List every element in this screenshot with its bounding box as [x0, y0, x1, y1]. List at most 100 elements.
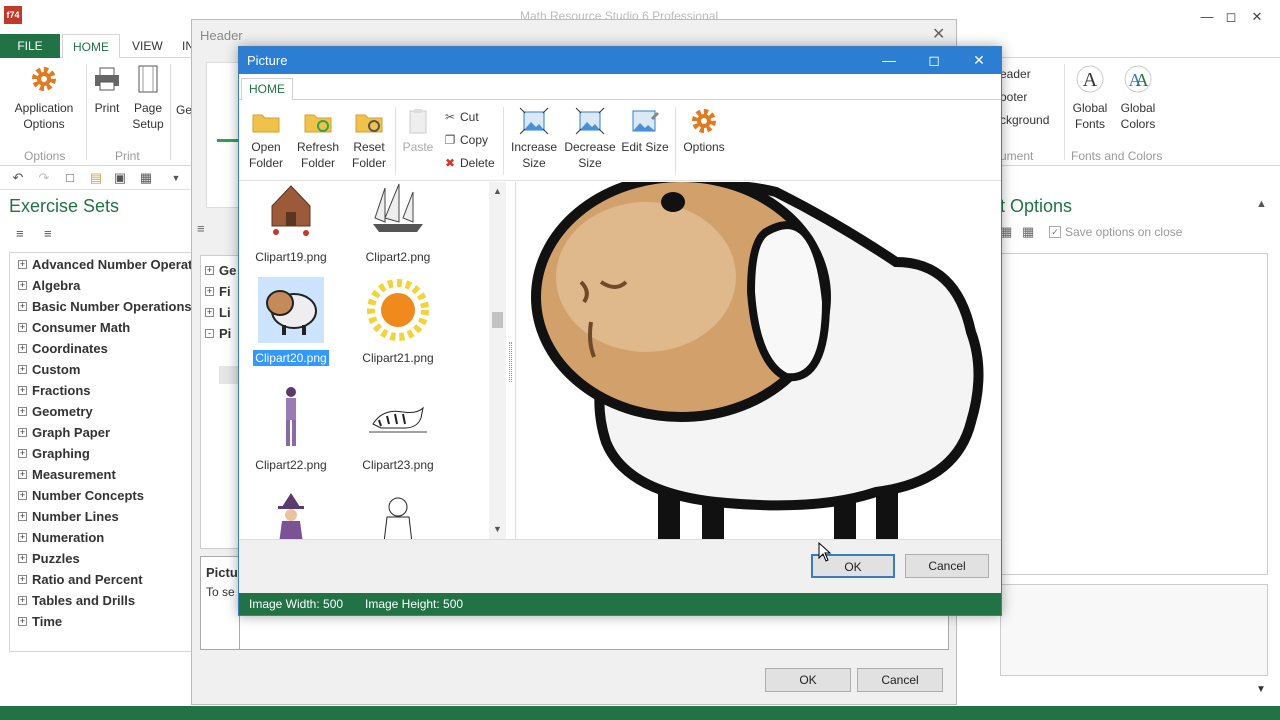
save-options-checkbox[interactable]: ✓ [1049, 226, 1061, 238]
exercise-tree-item[interactable]: + Consumer Math [18, 317, 130, 338]
expand-plus-icon[interactable]: + [205, 287, 214, 297]
header-ok-button[interactable]: OK [765, 668, 851, 692]
tab-view[interactable]: VIEW [122, 34, 173, 58]
expand-plus-icon[interactable]: + [18, 449, 27, 459]
expand-plus-icon[interactable]: + [18, 428, 27, 438]
expand-plus-icon[interactable]: + [18, 344, 27, 354]
exercise-tree-item[interactable]: + Graphing [18, 443, 90, 464]
header-tree-item[interactable]: + Ge [205, 260, 236, 281]
print-button[interactable]: Print [88, 64, 126, 116]
header-tree-item[interactable]: - Pi [205, 323, 231, 344]
header-close-icon[interactable]: ✕ [932, 24, 945, 44]
picture-tab-home[interactable]: HOME [241, 78, 293, 100]
delete-button[interactable]: ✖ Delete [443, 153, 495, 173]
exercise-tree-item[interactable]: + Tables and Drills [18, 590, 135, 611]
header-cancel-button[interactable]: Cancel [857, 668, 943, 692]
expand-plus-icon[interactable]: + [18, 575, 27, 585]
file-list-scrollbar[interactable]: ▲ ▼ [489, 182, 506, 539]
tab-home[interactable]: HOME [62, 34, 120, 58]
scroll-up-icon[interactable]: ▲ [493, 186, 502, 196]
background-menu-item[interactable]: ckground [1000, 110, 1049, 130]
scrollbar-thumb[interactable] [492, 312, 503, 328]
page-setup-button[interactable]: Page Setup [128, 64, 168, 132]
edit-size-button[interactable]: Edit Size [621, 107, 669, 155]
expand-plus-icon[interactable]: + [205, 308, 214, 318]
minimize-icon[interactable]: — [1194, 6, 1220, 28]
picture-options-button[interactable]: Options [679, 107, 729, 155]
new-document-icon[interactable]: □ [62, 170, 78, 186]
exercise-tree-item[interactable]: + Number Concepts [18, 485, 144, 506]
exercise-tree-item[interactable]: + Number Lines [18, 506, 119, 527]
exercise-tree-item[interactable]: + Coordinates [18, 338, 108, 359]
exercise-tree-item[interactable]: + Custom [18, 359, 80, 380]
expand-plus-icon[interactable]: + [18, 554, 27, 564]
header-menu-item[interactable]: eader [1000, 64, 1031, 84]
exercise-tree-item[interactable]: + Time [18, 611, 62, 632]
expand-plus-icon[interactable]: + [18, 596, 27, 606]
exercise-tree-item[interactable]: + Basic Number Operations [18, 296, 192, 317]
application-options-button[interactable]: Application Options [8, 64, 80, 132]
exercise-tree-item[interactable]: + Measurement [18, 464, 116, 485]
options-grid-icon[interactable]: ▦ [1000, 224, 1014, 239]
reset-folder-button[interactable]: Reset Folder [347, 107, 391, 171]
file-item[interactable]: Clipart2.png [353, 182, 443, 265]
expand-plus-icon[interactable]: + [18, 617, 27, 627]
footer-menu-item[interactable]: ooter [1000, 87, 1027, 107]
exercise-tree-item[interactable]: + Algebra [18, 275, 80, 296]
exercise-tree-item[interactable]: + Advanced Number Operat [18, 254, 192, 275]
redo-icon[interactable]: ↷ [36, 170, 52, 186]
refresh-folder-button[interactable]: Refresh Folder [295, 107, 341, 171]
exercise-tree-item[interactable]: + Graph Paper [18, 422, 110, 443]
expand-plus-icon[interactable]: + [18, 491, 27, 501]
file-item-selected[interactable]: Clipart20.png [246, 277, 336, 367]
close-icon[interactable]: ✕ [1244, 6, 1270, 28]
file-item[interactable]: Clipart21.png [353, 277, 443, 366]
expand-plus-icon[interactable]: + [205, 266, 214, 276]
scroll-down-icon[interactable]: ▼ [1256, 684, 1266, 695]
exercise-tree-item[interactable]: + Ratio and Percent [18, 569, 143, 590]
picture-close-icon[interactable]: ✕ [959, 49, 999, 71]
expand-plus-icon[interactable]: + [18, 470, 27, 480]
pin-icon[interactable]: ▲ [1256, 198, 1267, 210]
global-fonts-button[interactable]: A Global Fonts [1068, 64, 1112, 132]
picture-cancel-button[interactable]: Cancel [905, 554, 989, 578]
cut-button[interactable]: ✂ Cut [443, 107, 479, 127]
copy-button[interactable]: ❐ Copy [443, 130, 488, 150]
picture-minimize-icon[interactable]: — [869, 49, 909, 71]
expand-plus-icon[interactable]: + [18, 302, 27, 312]
expand-plus-icon[interactable]: + [18, 323, 27, 333]
qat-dropdown-icon[interactable]: ▼ [168, 170, 184, 186]
file-item[interactable]: Clipart23.png [353, 384, 443, 473]
open-icon[interactable]: ▤ [88, 170, 104, 186]
header-expand-icon[interactable]: ≡ [197, 221, 205, 236]
file-item[interactable] [246, 491, 336, 539]
decrease-size-button[interactable]: Decrease Size [563, 107, 617, 171]
options-table-icon[interactable]: ▦ [1022, 224, 1036, 239]
expand-plus-icon[interactable]: + [18, 365, 27, 375]
expand-plus-icon[interactable]: + [18, 533, 27, 543]
exercise-tree-item[interactable]: + Geometry [18, 401, 93, 422]
save-as-icon[interactable]: ▦ [138, 170, 154, 186]
splitter-handle[interactable] [509, 342, 512, 382]
header-tree-item[interactable]: + Fi [205, 281, 231, 302]
expand-plus-icon[interactable]: + [18, 281, 27, 291]
picture-maximize-icon[interactable]: ◻ [914, 49, 954, 71]
ribbon-partial-button[interactable]: Ge [176, 102, 192, 118]
expand-plus-icon[interactable]: - [205, 329, 214, 339]
scroll-down-icon[interactable]: ▼ [493, 524, 502, 534]
open-folder-button[interactable]: Open Folder [245, 107, 287, 171]
collapse-all-icon[interactable]: ≡ [44, 226, 60, 242]
file-item[interactable]: Clipart22.png [246, 384, 336, 473]
expand-plus-icon[interactable]: + [18, 407, 27, 417]
exercise-tree-item[interactable]: + Puzzles [18, 548, 80, 569]
exercise-tree-item[interactable]: + Numeration [18, 527, 104, 548]
increase-size-button[interactable]: Increase Size [509, 107, 559, 171]
global-colors-button[interactable]: AA Global Colors [1116, 64, 1160, 132]
maximize-icon[interactable]: ◻ [1218, 6, 1244, 28]
tab-file[interactable]: FILE [0, 34, 60, 58]
undo-icon[interactable]: ↶ [10, 170, 26, 186]
save-icon[interactable]: ▣ [112, 170, 128, 186]
exercise-tree-item[interactable]: + Fractions [18, 380, 91, 401]
expand-plus-icon[interactable]: + [18, 386, 27, 396]
expand-plus-icon[interactable]: + [18, 512, 27, 522]
